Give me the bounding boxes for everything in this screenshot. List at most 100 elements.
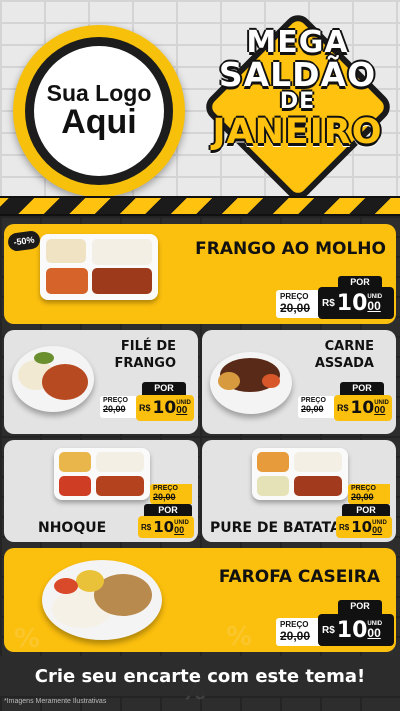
old-price-label: PREÇO bbox=[153, 485, 178, 492]
por-label: POR bbox=[142, 382, 186, 395]
old-price-value: 20,00 bbox=[280, 301, 311, 315]
food-herbs bbox=[34, 352, 54, 364]
product-card-nhoque[interactable]: NHOQUE PREÇO 20,00 POR R$ 10 UNID 00 bbox=[4, 440, 198, 542]
product-card-frango-ao-molho[interactable]: FRANGO AO MOLHO PREÇO 20,00 POR R$ 10 UN… bbox=[4, 224, 396, 324]
currency-symbol: R$ bbox=[337, 403, 349, 413]
food-meat bbox=[294, 476, 342, 496]
por-label: POR bbox=[338, 600, 382, 614]
old-price-tag: PREÇO 20,00 bbox=[298, 396, 334, 418]
price-decimal: 00 bbox=[367, 626, 381, 640]
price-decimal: 00 bbox=[174, 524, 185, 535]
old-price-label: PREÇO bbox=[280, 292, 309, 301]
food-rice bbox=[294, 452, 342, 472]
logo-text-line1: Sua Logo bbox=[46, 80, 152, 107]
logo-text-line2: Aqui bbox=[61, 103, 137, 142]
price-integer: 10 bbox=[152, 398, 177, 418]
price-integer: 10 bbox=[153, 518, 175, 536]
food-potato bbox=[218, 372, 240, 390]
price-decimal-stack: UNID 00 bbox=[367, 294, 382, 312]
logo-placeholder[interactable]: Sua Logo Aqui bbox=[13, 25, 185, 196]
price-integer: 10 bbox=[351, 518, 373, 536]
product-card-pure-de-batata[interactable]: PURE DE BATATA PREÇO 20,00 POR R$ 10 UNI… bbox=[202, 440, 396, 542]
por-label: POR bbox=[340, 382, 384, 395]
old-price-tag: PREÇO 20,00 bbox=[276, 290, 320, 318]
new-price: R$ 10 UNID 00 bbox=[138, 516, 194, 538]
new-price: R$ 10 UNID 00 bbox=[318, 287, 394, 319]
food-chicken bbox=[92, 268, 152, 294]
product-card-carne-assada[interactable]: CARNE ASSADA POR PREÇO 20,00 R$ 10 UNID … bbox=[202, 330, 396, 434]
old-price-label: PREÇO bbox=[301, 397, 326, 404]
food-sauce bbox=[46, 268, 88, 294]
price-decimal-stack: UNID 00 bbox=[176, 400, 191, 416]
product-image bbox=[42, 560, 162, 640]
product-name: NHOQUE bbox=[38, 520, 107, 536]
price-decimal: 00 bbox=[367, 299, 381, 313]
currency-symbol: R$ bbox=[322, 624, 335, 636]
old-price-tag: PREÇO 20,00 bbox=[100, 396, 136, 418]
promo-title-line2: SALDÃO bbox=[218, 55, 377, 94]
por-label: POR bbox=[144, 504, 192, 516]
old-price-value: 20,00 bbox=[351, 492, 374, 502]
food-rice bbox=[92, 239, 152, 265]
price-decimal: 00 bbox=[372, 524, 383, 535]
price-decimal-stack: UNID 00 bbox=[367, 621, 382, 639]
old-price-tag: PREÇO 20,00 bbox=[276, 618, 320, 646]
illustrative-images-disclaimer: *Imagens Meramente Ilustrativas bbox=[4, 698, 107, 705]
product-name-line1: CARNE bbox=[324, 339, 374, 354]
food-carrot bbox=[262, 374, 280, 388]
food-corn bbox=[76, 570, 104, 592]
price-decimal-stack: UNID 00 bbox=[372, 520, 387, 535]
old-price-value: 20,00 bbox=[301, 404, 324, 414]
old-price-tag: PREÇO 20,00 bbox=[348, 484, 390, 504]
new-price: R$ 10 UNID 00 bbox=[136, 395, 194, 421]
currency-symbol: R$ bbox=[339, 522, 350, 532]
price-integer: 10 bbox=[350, 398, 375, 418]
price-decimal-stack: UNID 00 bbox=[174, 520, 189, 535]
currency-symbol: R$ bbox=[139, 403, 151, 413]
create-flyer-cta[interactable]: Crie seu encarte com este tema! bbox=[0, 656, 400, 696]
por-label: POR bbox=[342, 504, 390, 516]
promo-title: MEGA SALDÃO DE JANEIRO bbox=[205, 17, 390, 196]
product-card-farofa-caseira[interactable]: FAROFA CASEIRA PREÇO 20,00 POR R$ 10 UNI… bbox=[4, 548, 396, 652]
product-name-line1: FILÉ DE bbox=[120, 339, 176, 354]
product-card-file-de-frango[interactable]: FILÉ DE FRANGO POR PREÇO 20,00 R$ 10 UNI… bbox=[4, 330, 198, 434]
price-integer: 10 bbox=[336, 290, 368, 316]
product-image bbox=[210, 352, 292, 414]
promo-title-line4: JANEIRO bbox=[212, 112, 383, 152]
hazard-stripe-divider bbox=[0, 196, 400, 216]
product-name: PURE DE BATATA bbox=[210, 520, 341, 536]
product-image bbox=[252, 448, 348, 500]
product-name: FAROFA CASEIRA bbox=[218, 567, 380, 587]
product-image bbox=[54, 448, 150, 500]
decorative-percent-icon: % bbox=[226, 622, 253, 652]
food-chicken bbox=[42, 364, 88, 400]
product-name-line2: FRANGO bbox=[114, 356, 176, 371]
old-price-label: PREÇO bbox=[280, 620, 309, 629]
new-price: R$ 10 UNID 00 bbox=[334, 395, 392, 421]
food-puree bbox=[257, 476, 289, 496]
decorative-percent-icon: % bbox=[14, 624, 41, 654]
promo-title-line1: MEGA bbox=[246, 25, 349, 60]
product-name: FRANGO AO MOLHO bbox=[195, 239, 386, 259]
old-price-value: 20,00 bbox=[153, 492, 176, 502]
product-image bbox=[40, 234, 158, 300]
currency-symbol: R$ bbox=[141, 522, 152, 532]
price-decimal: 00 bbox=[176, 405, 188, 416]
food-tomato bbox=[54, 578, 78, 594]
price-integer: 10 bbox=[336, 617, 368, 643]
old-price-label: PREÇO bbox=[103, 397, 128, 404]
new-price: R$ 10 UNID 00 bbox=[336, 516, 392, 538]
food-potato bbox=[257, 452, 289, 472]
old-price-tag: PREÇO 20,00 bbox=[150, 484, 192, 504]
new-price: R$ 10 UNID 00 bbox=[318, 614, 394, 646]
price-decimal: 00 bbox=[374, 405, 386, 416]
header-banner: Sua Logo Aqui MEGA SALDÃO DE JANEIRO bbox=[0, 0, 400, 196]
food-potato bbox=[59, 452, 91, 472]
product-image bbox=[12, 346, 94, 412]
logo-ring-inner: Sua Logo Aqui bbox=[25, 37, 173, 185]
food-tomato bbox=[59, 476, 91, 496]
old-price-value: 20,00 bbox=[280, 629, 311, 643]
food-gnocchi bbox=[96, 476, 144, 496]
currency-symbol: R$ bbox=[322, 297, 335, 309]
food-rice bbox=[46, 239, 86, 263]
